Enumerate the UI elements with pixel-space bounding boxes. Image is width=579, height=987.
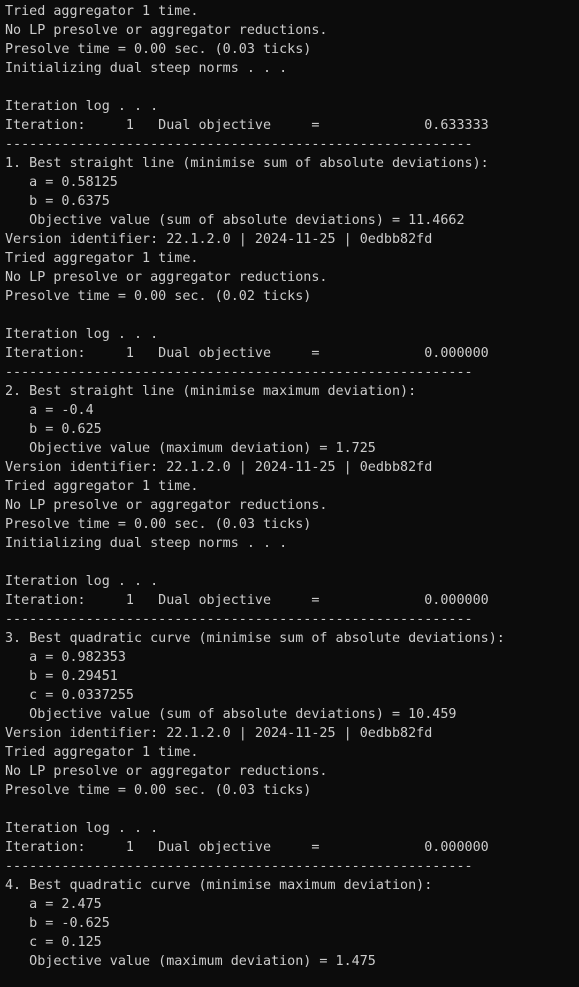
terminal-line: Iteration log . . . <box>5 327 159 342</box>
terminal-line: Iteration: 1 Dual objective = 0.000000 <box>5 593 489 608</box>
terminal-line: Iteration log . . . <box>5 574 159 589</box>
terminal-line: Tried aggregator 1 time. <box>5 745 199 760</box>
terminal-line: No LP presolve or aggregator reductions. <box>5 498 328 513</box>
terminal-line: No LP presolve or aggregator reductions. <box>5 23 328 38</box>
terminal-line: b = 0.6375 <box>5 194 110 209</box>
terminal-line: a = -0.4 <box>5 403 94 418</box>
terminal-line: a = 0.58125 <box>5 175 118 190</box>
terminal-line: Iteration: 1 Dual objective = 0.000000 <box>5 346 489 361</box>
terminal-line: ----------------------------------------… <box>5 859 473 874</box>
terminal-line: Version identifier: 22.1.2.0 | 2024-11-2… <box>5 232 433 247</box>
terminal-line: Iteration log . . . <box>5 821 159 836</box>
terminal-line: Initializing dual steep norms . . . <box>5 536 288 551</box>
terminal-line: b = 0.29451 <box>5 669 118 684</box>
terminal-line: 1. Best straight line (minimise sum of a… <box>5 156 489 171</box>
terminal-line: No LP presolve or aggregator reductions. <box>5 270 328 285</box>
terminal-line: 3. Best quadratic curve (minimise sum of… <box>5 631 505 646</box>
terminal-line: Presolve time = 0.00 sec. (0.02 ticks) <box>5 289 312 304</box>
terminal-line: Version identifier: 22.1.2.0 | 2024-11-2… <box>5 460 433 475</box>
terminal-line: Objective value (sum of absolute deviati… <box>5 707 457 722</box>
terminal-line: Tried aggregator 1 time. <box>5 479 199 494</box>
terminal-line: 2. Best straight line (minimise maximum … <box>5 384 417 399</box>
terminal-line: Objective value (maximum deviation) = 1.… <box>5 441 376 456</box>
terminal-line: No LP presolve or aggregator reductions. <box>5 764 328 779</box>
terminal-line: ----------------------------------------… <box>5 612 473 627</box>
terminal-line: Presolve time = 0.00 sec. (0.03 ticks) <box>5 517 312 532</box>
terminal-line: Version identifier: 22.1.2.0 | 2024-11-2… <box>5 726 433 741</box>
terminal-line: Iteration log . . . <box>5 99 159 114</box>
terminal-line: Objective value (maximum deviation) = 1.… <box>5 954 376 969</box>
terminal-line: ----------------------------------------… <box>5 365 473 380</box>
terminal-line: Presolve time = 0.00 sec. (0.03 ticks) <box>5 783 312 798</box>
terminal-line: Iteration: 1 Dual objective = 0.000000 <box>5 840 489 855</box>
terminal-line: Tried aggregator 1 time. <box>5 251 199 266</box>
terminal-line: a = 2.475 <box>5 897 102 912</box>
terminal-line: b = -0.625 <box>5 916 110 931</box>
terminal-line: Presolve time = 0.00 sec. (0.03 ticks) <box>5 42 312 57</box>
terminal-line: ----------------------------------------… <box>5 137 473 152</box>
terminal-line: b = 0.625 <box>5 422 102 437</box>
terminal-line: Tried aggregator 1 time. <box>5 4 199 19</box>
terminal-line: a = 0.982353 <box>5 650 126 665</box>
terminal-output[interactable]: Tried aggregator 1 time. No LP presolve o… <box>0 0 579 987</box>
terminal-line: Objective value (sum of absolute deviati… <box>5 213 465 228</box>
terminal-line: 4. Best quadratic curve (minimise maximu… <box>5 878 433 893</box>
terminal-line: Initializing dual steep norms . . . <box>5 61 288 76</box>
terminal-line: c = 0.125 <box>5 935 102 950</box>
terminal-line: Iteration: 1 Dual objective = 0.633333 <box>5 118 489 133</box>
terminal-line: c = 0.0337255 <box>5 688 134 703</box>
